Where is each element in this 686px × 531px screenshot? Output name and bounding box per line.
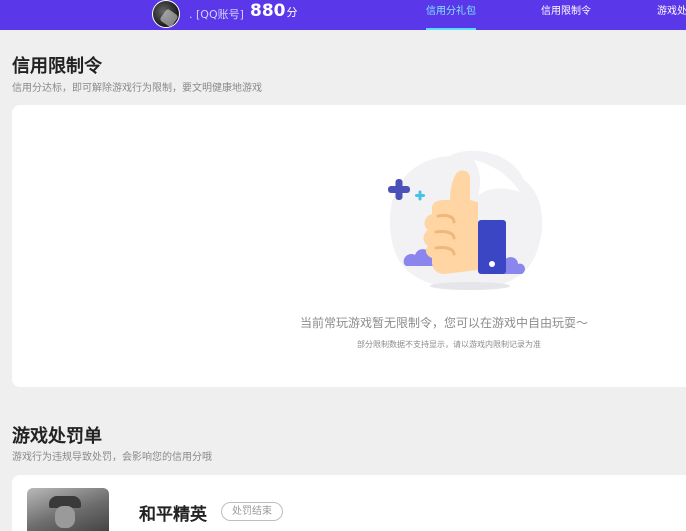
top-bar: . [QQ账号] 880分 信用分礼包 信用限制令 游戏处 (0, 0, 686, 30)
restriction-section-subtitle: 信用分达标，即可解除游戏行为限制，要文明健康地游戏 (12, 83, 262, 94)
restriction-section-title: 信用限制令 (12, 56, 102, 77)
thumbs-up-icon (388, 150, 543, 290)
restriction-card (12, 105, 686, 387)
account-label: . [QQ账号] (189, 8, 244, 21)
credit-score-unit: 分 (286, 6, 298, 19)
penalty-card[interactable] (12, 475, 686, 531)
avatar[interactable] (152, 0, 180, 28)
empty-state-message: 当前常玩游戏暂无限制令，您可以在游戏中自由玩耍～ (300, 316, 589, 330)
penalty-section-title: 游戏处罚单 (12, 426, 102, 447)
tab-game-penalty[interactable]: 游戏处 (657, 0, 686, 30)
credit-score-value: 880 (250, 1, 286, 21)
penalty-game-name: 和平精英 (139, 505, 207, 525)
empty-state-note: 部分限制数据不支持显示，请以游戏内限制记录为准 (357, 340, 541, 349)
status-badge: 处罚结束 (221, 502, 283, 521)
penalty-section-subtitle: 游戏行为违规导致处罚，会影响您的信用分哦 (12, 452, 212, 463)
tab-credit-restriction[interactable]: 信用限制令 (541, 0, 591, 30)
game-thumbnail (27, 488, 109, 531)
tab-credit-gift[interactable]: 信用分礼包 (426, 0, 476, 30)
credit-score: 880分 (250, 1, 298, 21)
